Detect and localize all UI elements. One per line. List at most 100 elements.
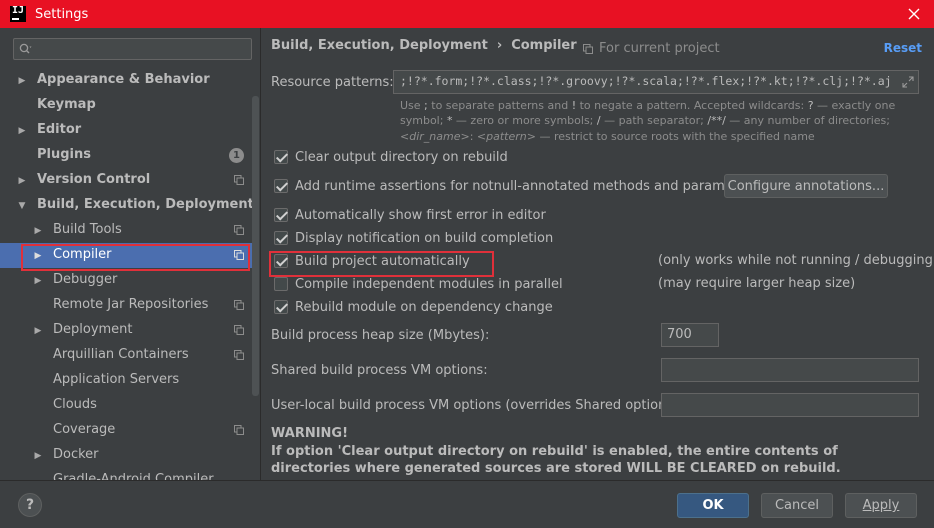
sidebar-item-label: Editor <box>37 122 82 137</box>
sidebar-item-docker[interactable]: ▶ Docker <box>0 443 252 468</box>
sidebar-item-plugins[interactable]: Plugins 1 <box>0 143 252 168</box>
user-vm-options-field[interactable] <box>661 393 919 417</box>
sidebar-item-label: Build, Execution, Deployment <box>37 197 252 212</box>
sidebar-item-label: Docker <box>53 447 99 462</box>
breadcrumb-separator: › <box>496 38 503 53</box>
sidebar-item-keymap[interactable]: Keymap <box>0 93 252 118</box>
clear-output-checkbox[interactable] <box>274 150 288 164</box>
sidebar-item-build-execution-deployment[interactable]: ▼ Build, Execution, Deployment <box>0 193 252 218</box>
apply-button-label: Apply <box>862 498 900 513</box>
sidebar-item-compiler[interactable]: ▶ Compiler <box>0 243 252 268</box>
sidebar-item-gradle-android-compiler[interactable]: Gradle-Android Compiler <box>0 468 252 480</box>
search-icon <box>19 43 33 59</box>
close-button[interactable] <box>904 4 924 24</box>
sidebar-item-label: Compiler <box>53 247 112 262</box>
compiler-settings-panel: Build, Execution, Deployment › Compiler … <box>261 28 934 480</box>
sidebar-item-version-control[interactable]: ▶ Version Control <box>0 168 252 193</box>
sidebar-item-editor[interactable]: ▶ Editor <box>0 118 252 143</box>
window-title: Settings <box>35 6 89 22</box>
chevron-right-icon[interactable]: ▶ <box>33 451 43 461</box>
apply-button[interactable]: Apply <box>845 493 917 518</box>
sidebar-item-arquillian-containers[interactable]: Arquillian Containers <box>0 343 252 368</box>
sidebar-item-build-tools[interactable]: ▶ Build Tools <box>0 218 252 243</box>
runtime-assertions-label: Add runtime assertions for notnull-annot… <box>295 178 759 194</box>
sidebar-item-label: Remote Jar Repositories <box>53 297 209 312</box>
sidebar-item-label: Appearance & Behavior <box>37 72 210 87</box>
runtime-assertions-checkbox-row[interactable]: Add runtime assertions for notnull-annot… <box>274 177 758 195</box>
sidebar-item-label: Application Servers <box>53 372 180 387</box>
scope-label: For current project <box>599 41 720 56</box>
rebuild-on-dependency-checkbox-row[interactable]: Rebuild module on dependency change <box>274 298 553 316</box>
settings-search-input[interactable] <box>38 41 243 57</box>
sidebar-item-application-servers[interactable]: Application Servers <box>0 368 252 393</box>
reset-link[interactable]: Reset <box>884 41 922 55</box>
parallel-compile-checkbox-row[interactable]: Compile independent modules in parallel <box>274 275 563 293</box>
show-first-error-checkbox-row[interactable]: Automatically show first error in editor <box>274 206 546 224</box>
project-scope-icon <box>583 43 593 54</box>
show-first-error-label: Automatically show first error in editor <box>295 207 546 223</box>
build-notification-checkbox-row[interactable]: Display notification on build completion <box>274 229 553 247</box>
settings-sidebar: ▶ Appearance & Behavior Keymap ▶ Editor Plugi… <box>0 28 260 480</box>
rebuild-on-dependency-label: Rebuild module on dependency change <box>295 299 553 315</box>
clear-output-checkbox-row[interactable]: Clear output directory on rebuild <box>274 148 508 166</box>
title-bar: IJ Settings <box>0 0 934 28</box>
sidebar-item-appearance-behavior[interactable]: ▶ Appearance & Behavior <box>0 68 252 93</box>
sidebar-item-label: Keymap <box>37 97 96 112</box>
chevron-right-icon[interactable]: ▶ <box>33 251 43 261</box>
heap-size-field[interactable]: 700 <box>661 323 719 347</box>
user-vm-options-label: User-local build process VM options (ove… <box>271 398 683 413</box>
updates-badge: 1 <box>229 148 244 163</box>
resource-patterns-hint: Use ; to separate patterns and ! to nega… <box>400 99 896 143</box>
show-first-error-checkbox[interactable] <box>274 208 288 222</box>
chevron-right-icon[interactable]: ▶ <box>33 326 43 336</box>
project-scope-icon <box>234 250 244 260</box>
help-button[interactable]: ? <box>18 493 42 517</box>
ok-button[interactable]: OK <box>677 493 749 518</box>
sidebar-item-label: Version Control <box>37 172 151 187</box>
shared-vm-options-label: Shared build process VM options: <box>271 363 488 378</box>
build-notification-label: Display notification on build completion <box>295 230 554 246</box>
settings-tree: ▶ Appearance & Behavior Keymap ▶ Editor Plugi… <box>0 68 252 480</box>
configure-annotations-button[interactable]: Configure annotations... <box>724 174 888 198</box>
sidebar-item-label: Gradle-Android Compiler <box>53 472 214 480</box>
build-automatically-checkbox-row[interactable]: Build project automatically <box>274 252 470 270</box>
chevron-right-icon[interactable]: ▶ <box>17 126 27 136</box>
sidebar-item-label: Arquillian Containers <box>53 347 189 362</box>
heap-size-label: Build process heap size (Mbytes): <box>271 328 490 343</box>
shared-vm-options-field[interactable] <box>661 358 919 382</box>
chevron-right-icon[interactable]: ▶ <box>33 276 43 286</box>
resource-patterns-field[interactable]: ;!?*.form;!?*.class;!?*.groovy;!?*.scala… <box>393 70 919 94</box>
parallel-compile-checkbox[interactable] <box>274 277 288 291</box>
parallel-compile-label: Compile independent modules in parallel <box>295 276 563 292</box>
sidebar-item-coverage[interactable]: Coverage <box>0 418 252 443</box>
sidebar-item-debugger[interactable]: ▶ Debugger <box>0 268 252 293</box>
sidebar-item-deployment[interactable]: ▶ Deployment <box>0 318 252 343</box>
settings-search-box[interactable] <box>13 38 252 60</box>
chevron-right-icon[interactable]: ▶ <box>17 76 27 86</box>
scope-indicator: For current project <box>583 41 720 56</box>
chevron-right-icon[interactable]: ▶ <box>33 226 43 236</box>
build-notification-checkbox[interactable] <box>274 231 288 245</box>
warning-text: If option 'Clear output directory on reb… <box>271 444 841 476</box>
sidebar-scrollbar[interactable] <box>252 96 259 396</box>
sidebar-item-label: Deployment <box>53 322 133 337</box>
dialog-footer: ? OK Cancel Apply <box>0 480 934 528</box>
sidebar-item-remote-jar-repositories[interactable]: Remote Jar Repositories <box>0 293 252 318</box>
parallel-compile-note: (may require larger heap size) <box>658 276 856 291</box>
project-scope-icon <box>234 225 244 235</box>
rebuild-on-dependency-checkbox[interactable] <box>274 300 288 314</box>
sidebar-item-label: Plugins <box>37 147 91 162</box>
expand-field-icon[interactable] <box>902 76 914 88</box>
chevron-right-icon[interactable]: ▶ <box>17 176 27 186</box>
sidebar-item-clouds[interactable]: Clouds <box>0 393 252 418</box>
runtime-assertions-checkbox[interactable] <box>274 179 288 193</box>
build-automatically-checkbox[interactable] <box>274 254 288 268</box>
chevron-down-icon[interactable]: ▼ <box>17 201 27 211</box>
sidebar-item-label: Coverage <box>53 422 116 437</box>
breadcrumb-item-build-execution-deployment: Build, Execution, Deployment <box>271 38 488 53</box>
resource-patterns-label: Resource patterns: <box>271 75 394 90</box>
cancel-button[interactable]: Cancel <box>761 493 833 518</box>
intellij-logo-icon: IJ <box>10 6 26 22</box>
breadcrumb: Build, Execution, Deployment › Compiler <box>271 38 577 53</box>
project-scope-icon <box>234 175 244 185</box>
